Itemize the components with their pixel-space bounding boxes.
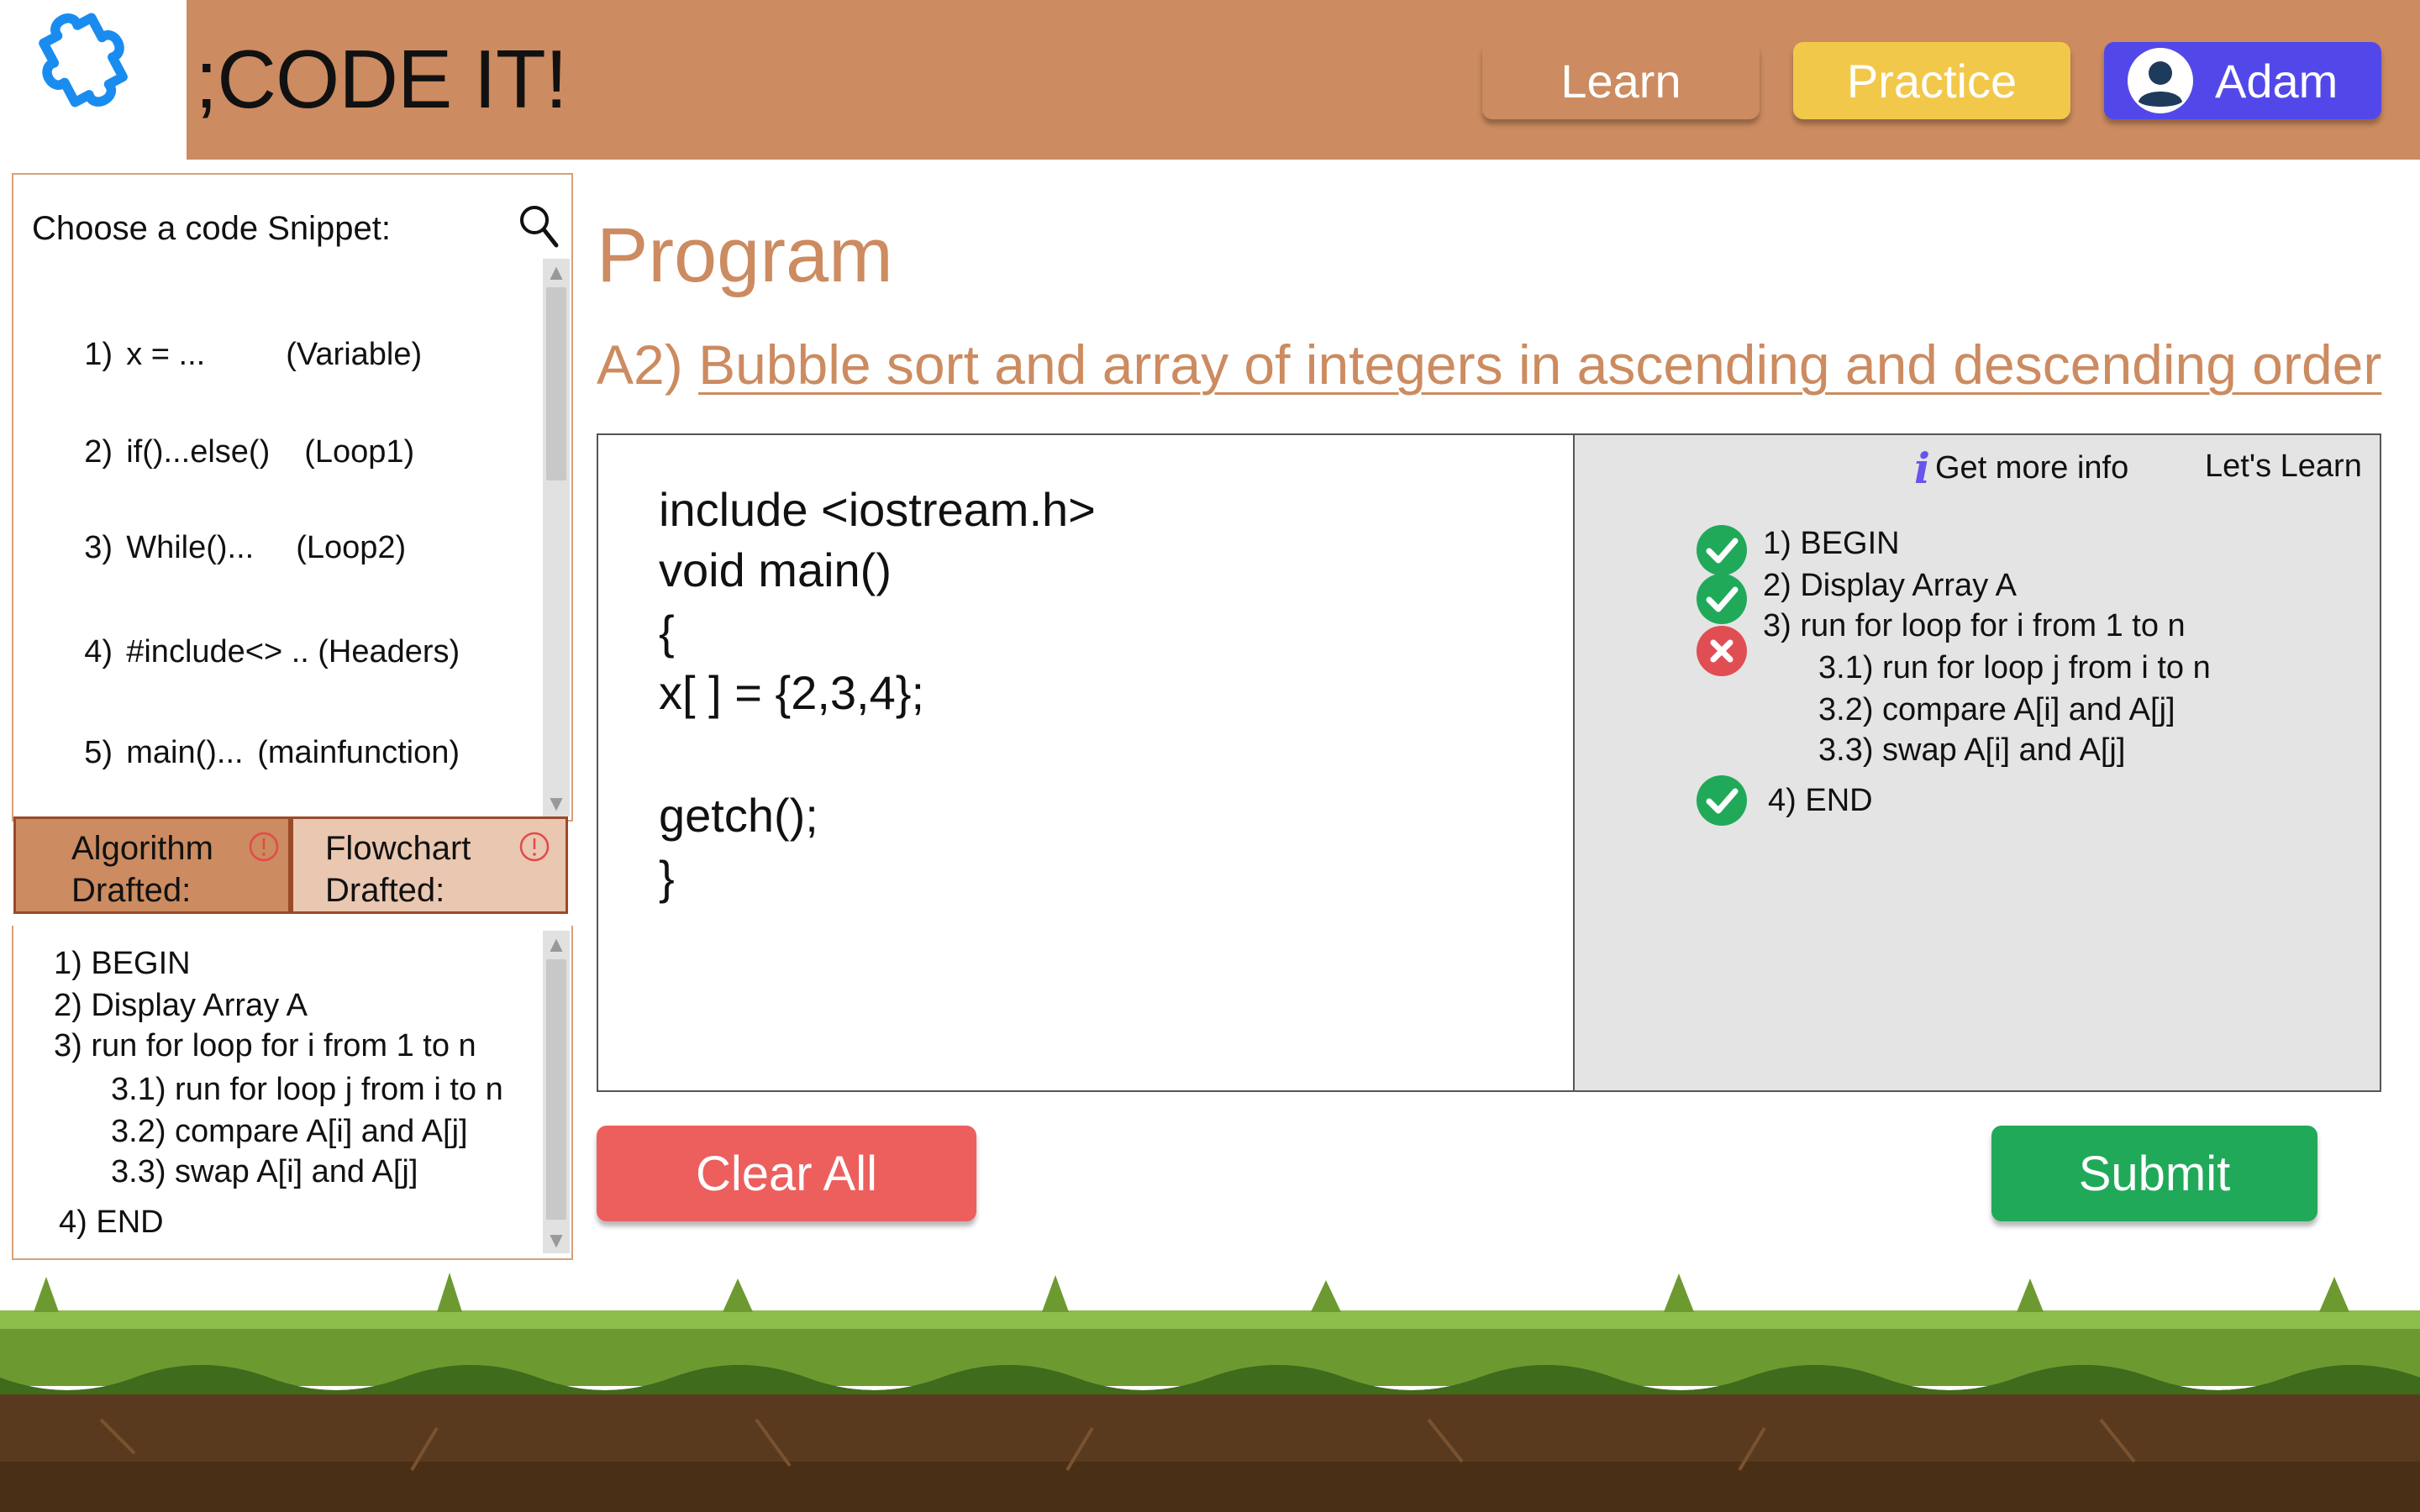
lets-learn-link[interactable]: Let's Learn bbox=[2205, 449, 2362, 485]
user-profile-button[interactable]: Adam bbox=[2104, 42, 2381, 119]
algorithm-step: 2) Display Array A bbox=[54, 988, 308, 1023]
code-line: x[ ] = {2,3,4}; bbox=[659, 666, 925, 719]
algorithm-step: 3) run for loop for i from 1 to n bbox=[54, 1028, 476, 1063]
snippet-code: main()... bbox=[126, 735, 244, 770]
scroll-up-arrow-icon[interactable]: ▲ bbox=[543, 260, 570, 284]
logo[interactable] bbox=[0, 0, 187, 160]
checker-step: 3.3) swap A[i] and A[j] bbox=[1818, 732, 2126, 768]
snippet-type: (Loop2) bbox=[296, 530, 407, 565]
warning-icon bbox=[249, 832, 279, 862]
snippet-scrollbar[interactable]: ▲ ▼ bbox=[543, 259, 570, 816]
snippet-number: 2) bbox=[84, 434, 113, 470]
snippet-type: (mainfunction) bbox=[257, 735, 460, 770]
submit-button[interactable]: Submit bbox=[1991, 1126, 2317, 1221]
learn-button[interactable]: Learn bbox=[1482, 42, 1760, 119]
checker-step: 1) BEGIN bbox=[1763, 526, 1900, 561]
code-line: } bbox=[659, 851, 675, 904]
search-icon[interactable] bbox=[518, 203, 560, 249]
user-name: Adam bbox=[2215, 54, 2338, 108]
snippet-type: (Headers) bbox=[318, 634, 460, 669]
app-header: ;CODE IT! Learn Practice Adam bbox=[0, 0, 2420, 160]
get-more-info-label: Get more info bbox=[1935, 450, 2129, 486]
snippet-number: 1) bbox=[84, 337, 113, 372]
algorithm-checker-panel: i Get more info Let's Learn 1) BEGIN 2) … bbox=[1575, 433, 2381, 1092]
check-icon bbox=[1697, 574, 1747, 624]
warning-icon bbox=[519, 832, 550, 862]
tab-algorithm-label: Algorithm Drafted: bbox=[71, 830, 213, 909]
snippet-number: 4) bbox=[84, 634, 113, 669]
task-title-link[interactable]: Bubble sort and array of integers in asc… bbox=[698, 333, 2381, 396]
checker-step: 4) END bbox=[1768, 783, 1873, 818]
snippet-number: 5) bbox=[84, 735, 113, 770]
checker-step: 3) run for loop for i from 1 to n bbox=[1763, 608, 2186, 643]
snippet-item-loop2[interactable]: 3) While()... (Loop2) bbox=[49, 494, 406, 602]
algorithm-step: 3.3) swap A[i] and A[j] bbox=[111, 1154, 418, 1189]
snippet-number: 3) bbox=[84, 530, 113, 565]
snippet-code: if()...else() bbox=[126, 434, 271, 470]
snippet-type: (Loop1) bbox=[304, 434, 415, 470]
code-line: include <iostream.h> bbox=[659, 483, 1096, 536]
algorithm-step: 3.2) compare A[i] and A[j] bbox=[111, 1114, 468, 1149]
snippet-code: x = ... bbox=[126, 337, 206, 372]
code-line: getch(); bbox=[659, 789, 818, 842]
scroll-down-arrow-icon[interactable]: ▼ bbox=[543, 1228, 570, 1252]
scroll-up-arrow-icon[interactable]: ▲ bbox=[543, 932, 570, 956]
tab-algorithm-drafted[interactable]: Algorithm Drafted: bbox=[13, 816, 291, 914]
snippet-panel-title: Choose a code Snippet: bbox=[32, 210, 391, 247]
tab-flowchart-drafted[interactable]: Flowchart Drafted: bbox=[291, 816, 568, 914]
snippet-item-headers[interactable]: 4) #include<> .. (Headers) bbox=[49, 598, 460, 706]
grass-ground-illustration bbox=[0, 1273, 2420, 1512]
check-icon bbox=[1697, 525, 1747, 575]
snippet-code: #include<> .. bbox=[126, 634, 309, 669]
task-id: A2) bbox=[597, 333, 683, 396]
code-editor[interactable]: include <iostream.h> void main() { x[ ] … bbox=[597, 433, 1575, 1092]
code-line: void main() bbox=[659, 543, 892, 596]
algorithm-draft-panel: 1) BEGIN 2) Display Array A 3) run for l… bbox=[12, 926, 573, 1260]
checker-step: 3.2) compare A[i] and A[j] bbox=[1818, 692, 2175, 727]
cross-icon bbox=[1697, 626, 1747, 676]
practice-button[interactable]: Practice bbox=[1793, 42, 2070, 119]
check-icon bbox=[1697, 775, 1747, 826]
page-title: Program bbox=[597, 213, 893, 298]
algorithm-step: 1) BEGIN bbox=[54, 946, 191, 981]
snippet-type: (Variable) bbox=[286, 337, 423, 372]
snippet-item-variable[interactable]: 1) x = ... (Variable) bbox=[49, 301, 422, 409]
checker-step: 2) Display Array A bbox=[1763, 568, 2017, 603]
info-icon: i bbox=[1914, 444, 1930, 493]
app-title: ;CODE IT! bbox=[195, 33, 568, 125]
puzzle-piece-icon bbox=[39, 13, 128, 108]
snippet-code: While()... bbox=[126, 530, 255, 565]
tab-flowchart-label: Flowchart Drafted: bbox=[325, 830, 471, 909]
get-more-info-link[interactable]: i Get more info bbox=[1914, 444, 2128, 493]
user-avatar-icon bbox=[2128, 48, 2193, 113]
snippet-panel: Choose a code Snippet: 1) x = ... (Variabl… bbox=[12, 173, 573, 822]
scrollbar-thumb[interactable] bbox=[546, 959, 566, 1220]
algorithm-scrollbar[interactable]: ▲ ▼ bbox=[543, 931, 570, 1253]
clear-all-button[interactable]: Clear All bbox=[597, 1126, 976, 1221]
algorithm-step: 4) END bbox=[59, 1205, 164, 1240]
task-heading: A2) Bubble sort and array of integers in… bbox=[597, 333, 2381, 396]
scroll-down-arrow-icon[interactable]: ▼ bbox=[543, 791, 570, 815]
algorithm-step: 3.1) run for loop j from i to n bbox=[111, 1072, 503, 1107]
code-line: { bbox=[659, 606, 675, 659]
checker-step: 3.1) run for loop j from i to n bbox=[1818, 650, 2211, 685]
snippet-item-loop1[interactable]: 2) if()...else() (Loop1) bbox=[49, 398, 414, 507]
snippet-item-mainfunction[interactable]: 5) main()... (mainfunction) bbox=[49, 699, 460, 807]
scrollbar-thumb[interactable] bbox=[546, 287, 566, 480]
